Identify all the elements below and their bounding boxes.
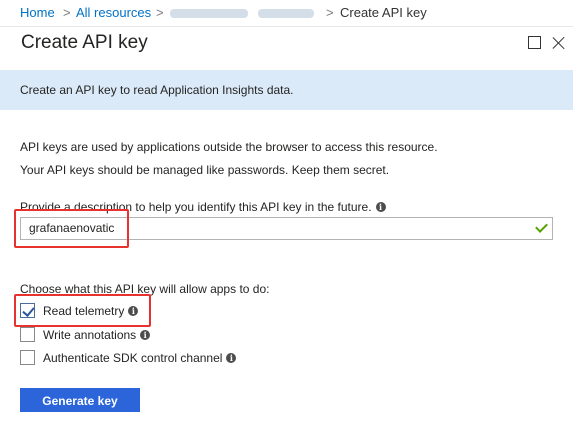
close-icon[interactable]: [552, 36, 565, 49]
info-icon[interactable]: i: [375, 201, 386, 212]
checkbox-label: Authenticate SDK control channel i: [43, 350, 237, 367]
breadcrumb-redacted-section[interactable]: [258, 9, 314, 18]
generate-key-button[interactable]: Generate key: [20, 388, 140, 412]
breadcrumb-separator: >: [156, 5, 164, 20]
highlight-box-description: [14, 209, 129, 248]
maximize-icon[interactable]: [528, 36, 541, 49]
valid-check-icon: [535, 220, 548, 233]
intro-line-1: API keys are used by applications outsid…: [20, 140, 438, 154]
breadcrumb-current: Create API key: [340, 5, 427, 20]
checkbox-box[interactable]: [20, 350, 35, 365]
breadcrumb-separator: >: [326, 5, 334, 20]
checkbox-box[interactable]: [20, 327, 35, 342]
info-banner: Create an API key to read Application In…: [0, 70, 573, 110]
page-title: Create API key: [21, 32, 148, 53]
breadcrumb-all-resources[interactable]: All resources: [76, 0, 151, 26]
info-icon[interactable]: i: [226, 352, 237, 363]
checkbox-label: Write annotations i: [43, 327, 151, 344]
breadcrumb-home[interactable]: Home: [20, 0, 55, 26]
highlight-box-read-telemetry: [14, 294, 151, 327]
info-icon[interactable]: i: [140, 329, 151, 340]
breadcrumb: Home > All resources > > Create API key: [0, 0, 573, 27]
intro-line-2: Your API keys should be managed like pas…: [20, 163, 390, 177]
info-banner-text: Create an API key to read Application In…: [20, 83, 294, 97]
create-api-key-page: Home > All resources > > Create API key …: [0, 0, 573, 424]
breadcrumb-redacted-resource[interactable]: [170, 9, 248, 18]
breadcrumb-separator: >: [63, 5, 71, 20]
